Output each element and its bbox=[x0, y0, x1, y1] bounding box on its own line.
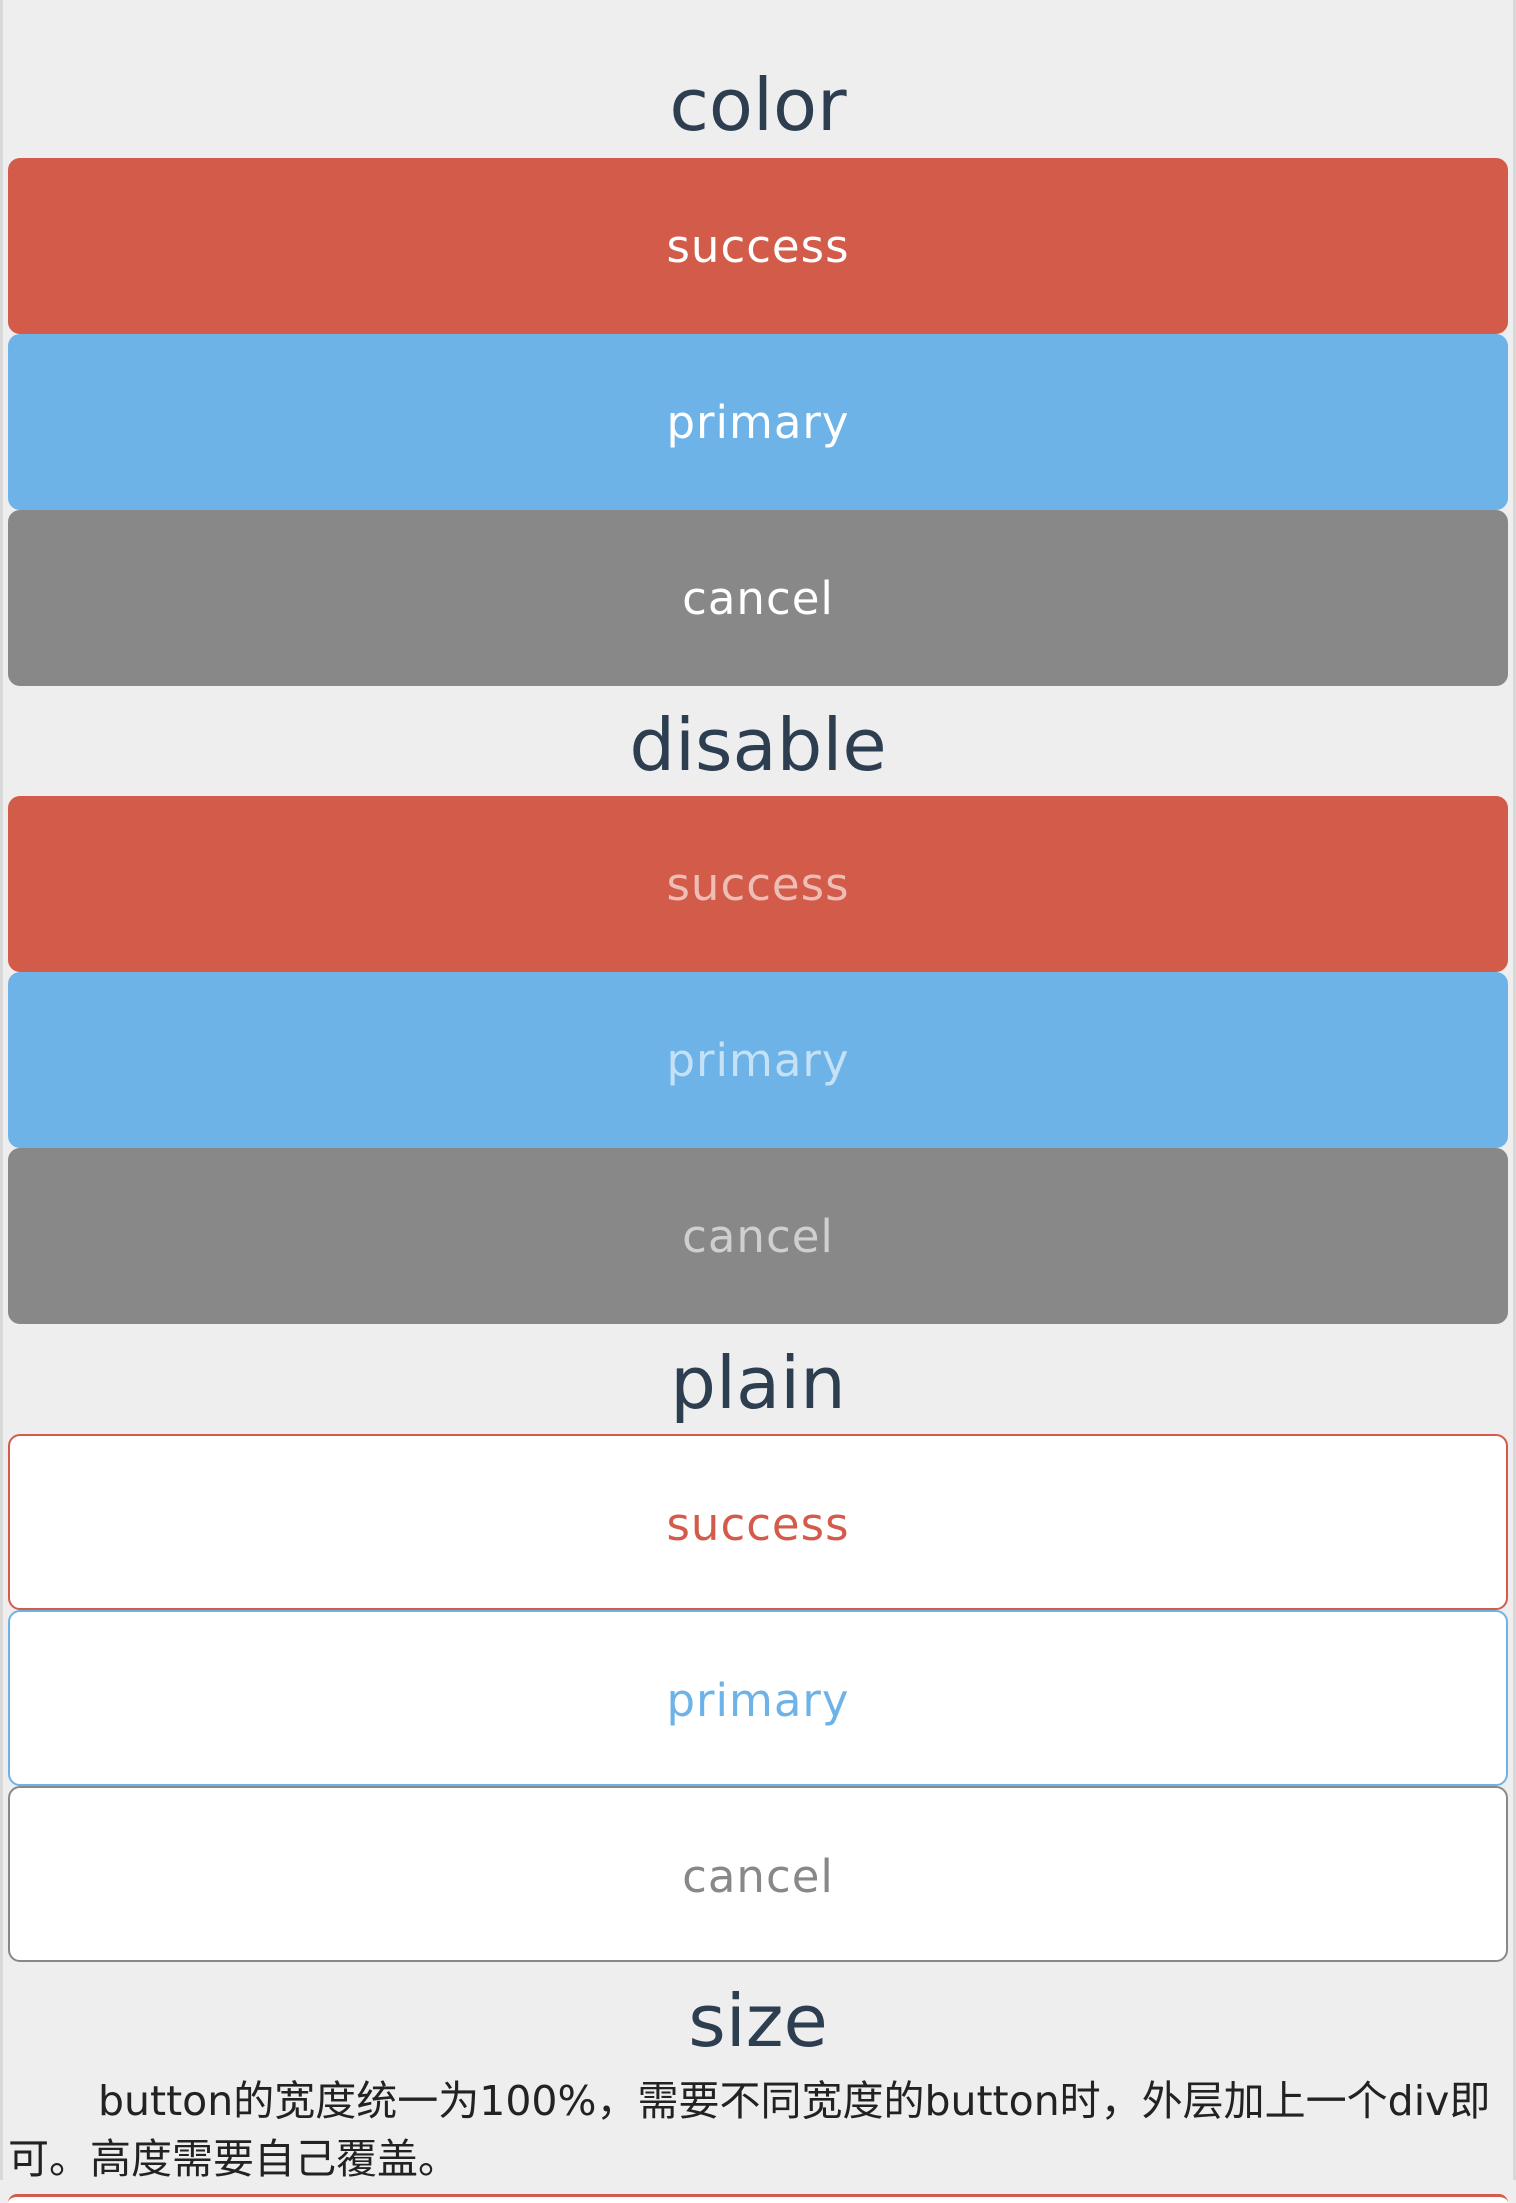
plain-cancel-button[interactable]: cancel bbox=[8, 1786, 1508, 1962]
section-title-disable: disable bbox=[629, 703, 887, 787]
section-title-size: size bbox=[688, 1979, 828, 2063]
plain-primary-button[interactable]: primary bbox=[8, 1610, 1508, 1786]
disabled-cancel-button[interactable]: cancel bbox=[8, 1148, 1508, 1324]
color-primary-button[interactable]: primary bbox=[8, 334, 1508, 510]
color-success-button[interactable]: success bbox=[8, 158, 1508, 334]
section-title-color: color bbox=[669, 63, 847, 147]
disabled-success-button[interactable]: success bbox=[8, 796, 1508, 972]
color-cancel-button[interactable]: cancel bbox=[8, 510, 1508, 686]
section-title-plain: plain bbox=[670, 1341, 846, 1425]
next-button-edge bbox=[8, 2194, 1508, 2203]
button-demo-page: color success primary cancel disable suc… bbox=[8, 0, 1508, 2203]
plain-success-button[interactable]: success bbox=[8, 1434, 1508, 1610]
left-border bbox=[0, 0, 3, 2180]
disabled-primary-button[interactable]: primary bbox=[8, 972, 1508, 1148]
size-description: button的宽度统一为100%，需要不同宽度的button时，外层加上一个di… bbox=[8, 2077, 1491, 2183]
